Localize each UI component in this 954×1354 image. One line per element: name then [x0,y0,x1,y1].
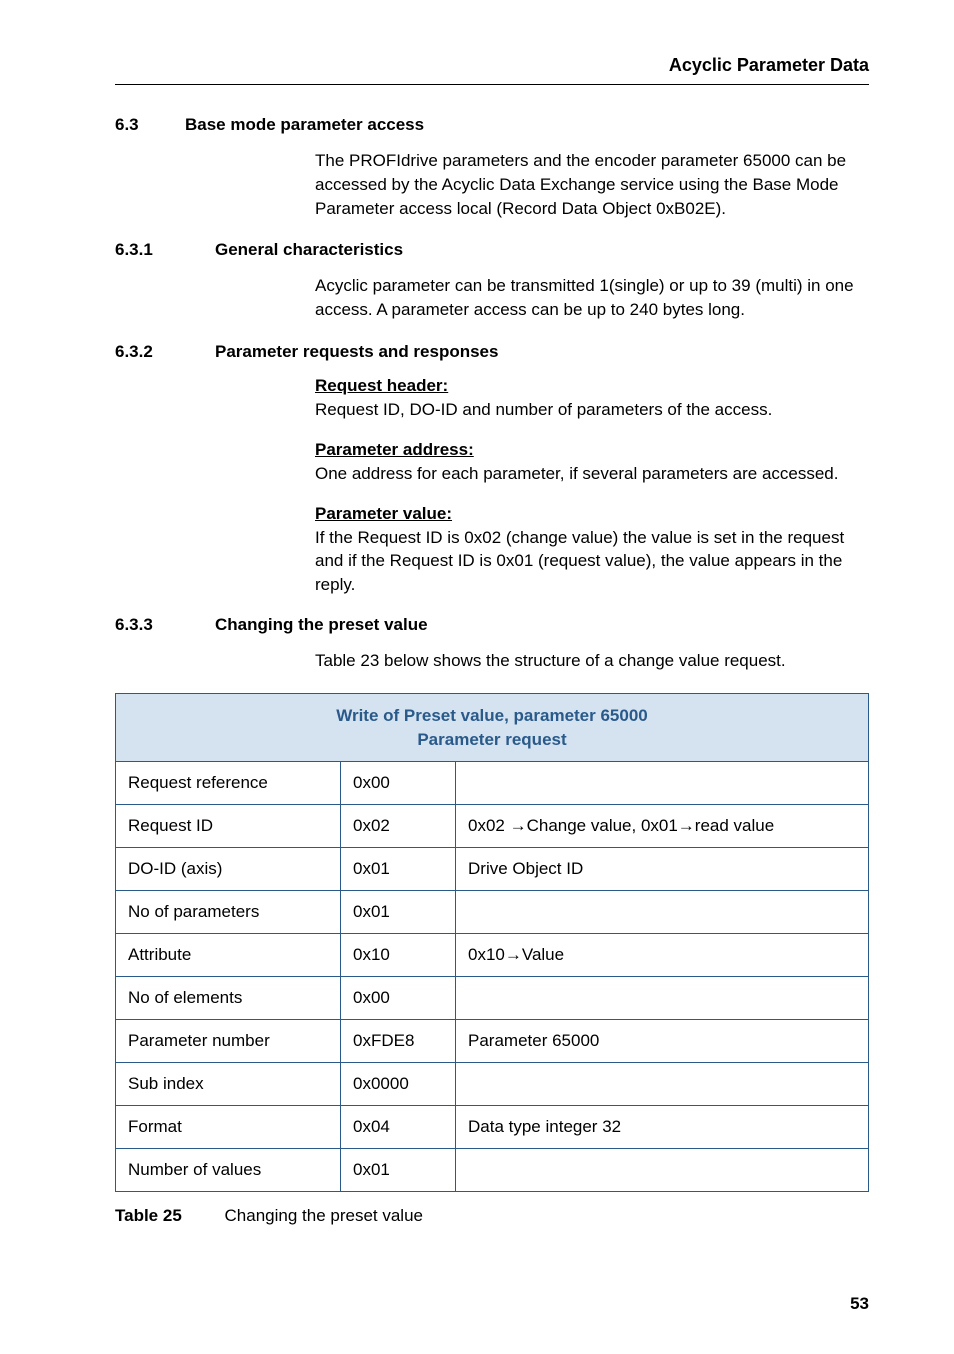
section-title: General characteristics [215,240,403,260]
section-6-3-2: 6.3.2 Parameter requests and responses [115,342,869,362]
cell-value: 0x10 [341,934,456,977]
cell-value: 0x00 [341,762,456,805]
cell-name: Parameter number [116,1020,341,1063]
cell-description [456,891,869,934]
cell-name: Request ID [116,805,341,848]
cell-value: 0x01 [341,848,456,891]
cell-name: Number of values [116,1149,341,1192]
table-header-line1: Write of Preset value, parameter 65000 [336,706,648,725]
cell-name: Format [116,1106,341,1149]
table-row: No of parameters0x01 [116,891,869,934]
cell-description [456,1063,869,1106]
cell-value: 0x00 [341,977,456,1020]
table-row: Parameter number0xFDE8Parameter 65000 [116,1020,869,1063]
page-number: 53 [850,1294,869,1314]
cell-value: 0x01 [341,1149,456,1192]
section-body: Acyclic parameter can be transmitted 1(s… [315,274,869,322]
sub-body: If the Request ID is 0x02 (change value)… [315,528,844,595]
table-row: Format0x04Data type integer 32 [116,1106,869,1149]
cell-description: 0x02 →Change value, 0x01→read value [456,805,869,848]
request-header-block: Request header: Request ID, DO-ID and nu… [315,376,869,422]
table-row: Number of values0x01 [116,1149,869,1192]
section-title: Parameter requests and responses [215,342,498,362]
table-row: Sub index0x0000 [116,1063,869,1106]
section-6-3-1: 6.3.1 General characteristics [115,240,869,260]
table-row: DO-ID (axis)0x01Drive Object ID [116,848,869,891]
caption-label: Table 25 [115,1206,220,1225]
cell-name: Attribute [116,934,341,977]
section-body: Table 23 below shows the structure of a … [315,649,869,673]
cell-name: DO-ID (axis) [116,848,341,891]
cell-description: Data type integer 32 [456,1106,869,1149]
section-title: Changing the preset value [215,615,428,635]
section-number: 6.3.2 [115,342,215,362]
section-6-3-3: 6.3.3 Changing the preset value [115,615,869,635]
cell-value: 0x04 [341,1106,456,1149]
caption-text: Changing the preset value [225,1206,423,1225]
cell-name: No of elements [116,977,341,1020]
subheading: Parameter value: [315,504,869,524]
section-body: The PROFIdrive parameters and the encode… [315,149,869,220]
table-row: Request reference0x00 [116,762,869,805]
parameter-address-block: Parameter address: One address for each … [315,440,869,486]
table-body: Request reference0x00Request ID0x020x02 … [116,762,869,1192]
table-row: No of elements0x00 [116,977,869,1020]
running-header: Acyclic Parameter Data [115,55,869,85]
cell-description: 0x10→Value [456,934,869,977]
cell-description [456,762,869,805]
cell-name: Sub index [116,1063,341,1106]
table-caption: Table 25 Changing the preset value [115,1206,869,1226]
subheading: Request header: [315,376,869,396]
preset-value-table: Write of Preset value, parameter 65000 P… [115,693,869,1193]
cell-name: No of parameters [116,891,341,934]
section-number: 6.3.1 [115,240,215,260]
table-header: Write of Preset value, parameter 65000 P… [116,693,869,762]
subheading: Parameter address: [315,440,869,460]
cell-description: Drive Object ID [456,848,869,891]
parameter-value-block: Parameter value: If the Request ID is 0x… [315,504,869,597]
section-title: Base mode parameter access [185,115,424,135]
sub-body: Request ID, DO-ID and number of paramete… [315,400,772,419]
table-row: Request ID0x020x02 →Change value, 0x01→r… [116,805,869,848]
cell-value: 0x02 [341,805,456,848]
cell-name: Request reference [116,762,341,805]
cell-value: 0x0000 [341,1063,456,1106]
cell-value: 0x01 [341,891,456,934]
section-number: 6.3.3 [115,615,215,635]
section-number: 6.3 [115,115,185,135]
cell-value: 0xFDE8 [341,1020,456,1063]
cell-description [456,1149,869,1192]
cell-description: Parameter 65000 [456,1020,869,1063]
cell-description [456,977,869,1020]
sub-body: One address for each parameter, if sever… [315,464,838,483]
table-row: Attribute0x100x10→Value [116,934,869,977]
section-6-3: 6.3 Base mode parameter access [115,115,869,135]
table-header-line2: Parameter request [417,730,566,749]
